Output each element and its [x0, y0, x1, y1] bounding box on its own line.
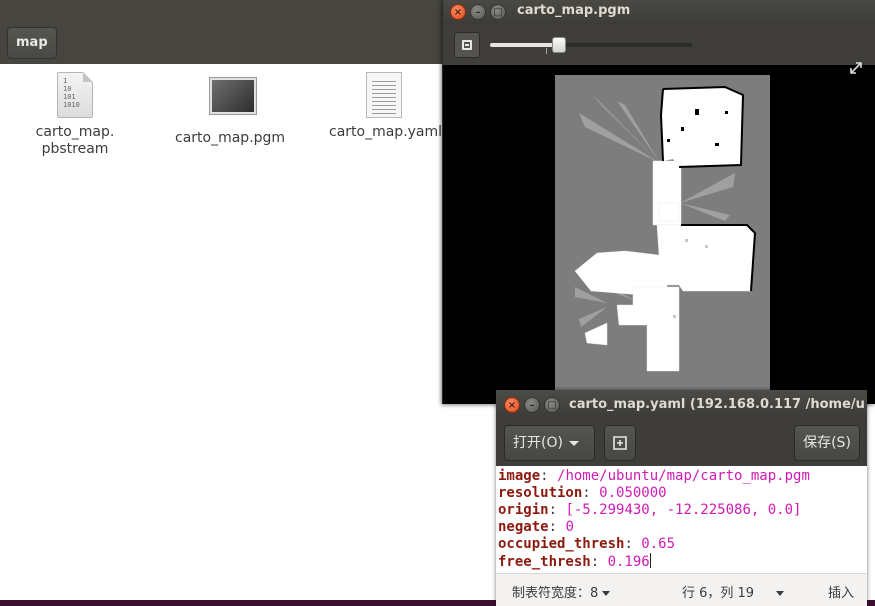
zoom-slider-tick	[546, 48, 547, 54]
editor-toolbar: 打开(O) 保存(S)	[496, 420, 867, 466]
zoom-fit-button[interactable]	[454, 32, 480, 58]
editor-text-area[interactable]: image: /home/ubuntu/map/carto_map.pgm res…	[496, 466, 867, 573]
text-file-icon	[364, 72, 404, 120]
save-button[interactable]: 保存(S)	[794, 425, 860, 461]
fullscreen-button[interactable]	[842, 54, 870, 82]
minimize-icon[interactable]: –	[524, 397, 540, 413]
close-icon[interactable]: ×	[504, 397, 520, 413]
text-cursor	[649, 553, 651, 568]
open-button-label: 打开(O)	[513, 435, 563, 451]
file-item-pbstream[interactable]: 1 10 101 1010 carto_map. pbstream	[20, 72, 130, 158]
editor-titlebar[interactable]: × – □ carto_map.yaml (192.168.0.117 /hom…	[496, 390, 867, 420]
chevron-down-icon	[568, 440, 579, 446]
maximize-icon[interactable]: □	[544, 397, 560, 413]
yaml-line: image: /home/ubuntu/map/carto_map.pgm	[498, 468, 810, 484]
zoom-out-icon	[462, 40, 472, 50]
new-document-icon	[613, 436, 627, 450]
file-item-pgm[interactable]: carto_map.pgm	[175, 72, 285, 147]
editor-title: carto_map.yaml (192.168.0.117 /home/u	[569, 397, 865, 412]
fullscreen-icon	[850, 62, 862, 74]
image-viewer-window: × – □ carto_map.pgm	[442, 0, 875, 404]
zoom-slider-fill	[490, 43, 559, 47]
insert-mode-indicator[interactable]: 插入	[828, 582, 854, 601]
maximize-icon[interactable]: □	[490, 4, 506, 20]
zoom-slider[interactable]	[490, 37, 692, 53]
chevron-down-icon	[776, 591, 785, 596]
yaml-line: negate: 0	[498, 519, 574, 535]
chevron-down-icon	[602, 591, 611, 596]
close-icon[interactable]: ×	[450, 4, 466, 20]
file-name: carto_map.pgm	[175, 130, 286, 146]
occupancy-map-image	[555, 75, 770, 404]
yaml-line: occupied_thresh: 0.65	[498, 536, 676, 552]
viewer-toolbar	[443, 24, 875, 74]
new-document-button[interactable]	[604, 425, 636, 461]
open-button[interactable]: 打开(O)	[504, 425, 595, 461]
file-name: carto_map. pbstream	[35, 124, 115, 157]
zoom-slider-handle[interactable]	[551, 37, 566, 53]
image-file-icon	[210, 78, 256, 126]
minimize-icon[interactable]: –	[470, 4, 486, 20]
viewer-titlebar[interactable]: × – □ carto_map.pgm	[443, 0, 875, 24]
text-editor-window: × – □ carto_map.yaml (192.168.0.117 /hom…	[496, 390, 867, 606]
viewer-title: carto_map.pgm	[517, 3, 631, 18]
file-name: carto_map.yaml	[329, 124, 443, 140]
yaml-line: origin: [-5.299430, -12.225086, 0.0]	[498, 502, 802, 518]
file-item-yaml[interactable]: carto_map.yaml	[329, 72, 443, 141]
cursor-position-selector[interactable]: 行 6，列 19	[682, 582, 785, 601]
tab-width-selector[interactable]: 制表符宽度：8	[512, 582, 611, 601]
yaml-line: resolution: 0.050000	[498, 485, 667, 501]
path-bar-button[interactable]: map	[7, 27, 57, 59]
yaml-line: free_thresh: 0.196	[498, 553, 651, 570]
editor-statusbar: 制表符宽度：8 行 6，列 19 插入	[496, 573, 867, 606]
binary-file-icon: 1 10 101 1010	[55, 72, 95, 120]
